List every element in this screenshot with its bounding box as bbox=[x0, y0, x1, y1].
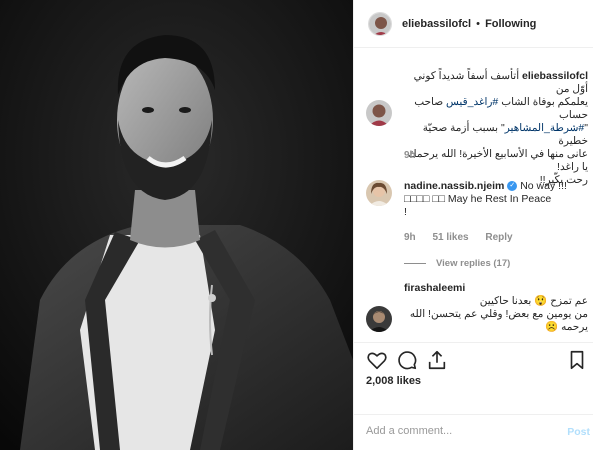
commenter-avatar[interactable] bbox=[366, 180, 392, 206]
comment-icon[interactable] bbox=[396, 349, 418, 371]
post-photo[interactable] bbox=[0, 0, 353, 450]
comment-text-1: No way !!! bbox=[520, 180, 567, 192]
post-header: eliebassilofcl • Following bbox=[354, 0, 593, 48]
comment-meta: 9h 51 likes Reply bbox=[404, 232, 527, 243]
caption-timestamp[interactable]: 9h bbox=[404, 150, 416, 161]
caption-line-3: "#شرطة_المشاهير" بسبب أزمة صحيّة خطيرة bbox=[404, 122, 588, 148]
hashtag-link[interactable]: #راغد_قيس bbox=[446, 96, 498, 108]
comment-line-1: firashaleemi bbox=[404, 282, 588, 295]
comment-line-2: عم تمزح 😲 بعدنا حاكيين bbox=[479, 295, 588, 307]
share-icon[interactable] bbox=[426, 349, 448, 371]
comment-line-4: يرحمه ☹️ bbox=[545, 321, 588, 333]
bookmark-icon[interactable] bbox=[566, 349, 588, 371]
comment-input[interactable] bbox=[366, 425, 546, 437]
comment-line-1: nadine.nassib.njeim ✓ No way !!! bbox=[404, 180, 588, 193]
comment-line-3: ! bbox=[404, 206, 407, 218]
commenter-username-link[interactable]: nadine.nassib.njeim bbox=[404, 180, 504, 192]
header-text: eliebassilofcl • Following bbox=[402, 18, 536, 30]
caption-username-link[interactable]: eliebassilofcl bbox=[522, 70, 588, 82]
caption-text-2a: يعلمكم بوفاة الشاب bbox=[501, 96, 588, 108]
caption-avatar[interactable] bbox=[366, 100, 392, 126]
comments-list[interactable]: eliebassilofcl أتأسف أسفاً شديداً كوني أ… bbox=[354, 48, 593, 338]
caption-line-2: يعلمكم بوفاة الشاب #راغد_قيس صاحب حساب bbox=[404, 96, 588, 122]
commenter-username-link[interactable]: firashaleemi bbox=[404, 282, 465, 294]
man-portrait-image bbox=[0, 0, 353, 450]
post-sidebar: eliebassilofcl • Following eliebassilofc… bbox=[353, 0, 593, 450]
caption-meta: 9h bbox=[404, 150, 430, 161]
add-comment-bar: Post bbox=[354, 414, 593, 450]
author-username-link[interactable]: eliebassilofcl bbox=[402, 18, 471, 30]
caption-line-4: عانى منها في الأسابيع الأخيرة! الله يرحم… bbox=[408, 148, 588, 173]
verified-badge-icon: ✓ bbox=[507, 181, 518, 192]
view-replies-label: View replies (17) bbox=[436, 258, 511, 269]
comment-body: firashaleemi عم تمزح 😲 بعدنا حاكيين من ي… bbox=[404, 282, 588, 334]
replies-divider bbox=[404, 262, 426, 264]
post-actions bbox=[354, 342, 593, 374]
commenter-avatar[interactable] bbox=[366, 306, 392, 332]
comment-body: nadine.nassib.njeim ✓ No way !!! □□□□ □□… bbox=[404, 180, 588, 219]
likes-count[interactable]: 2,008 likes bbox=[366, 375, 421, 387]
following-button[interactable]: Following bbox=[485, 18, 536, 30]
view-replies-button[interactable]: View replies (17) bbox=[404, 258, 510, 269]
separator-dot: • bbox=[476, 17, 481, 30]
caption-line-1: eliebassilofcl أتأسف أسفاً شديداً كوني أ… bbox=[404, 70, 588, 96]
reply-button[interactable]: Reply bbox=[485, 232, 512, 243]
comment-timestamp[interactable]: 9h bbox=[404, 232, 416, 243]
heart-icon[interactable] bbox=[366, 349, 388, 371]
comment-line-3: من يومين مع بعض! وقلي عم يتحسن! الله bbox=[409, 308, 588, 320]
post-comment-button[interactable]: Post bbox=[567, 426, 590, 438]
comment-line-2: □□□□ □□ May he Rest In Peace bbox=[404, 193, 552, 205]
caption-body: eliebassilofcl أتأسف أسفاً شديداً كوني أ… bbox=[404, 70, 588, 187]
comment-likes-link[interactable]: 51 likes bbox=[432, 232, 468, 243]
caption-quote: " bbox=[584, 122, 588, 134]
author-avatar[interactable] bbox=[368, 11, 392, 36]
hashtag-link-2[interactable]: #شرطة_المشاهير bbox=[505, 122, 585, 134]
